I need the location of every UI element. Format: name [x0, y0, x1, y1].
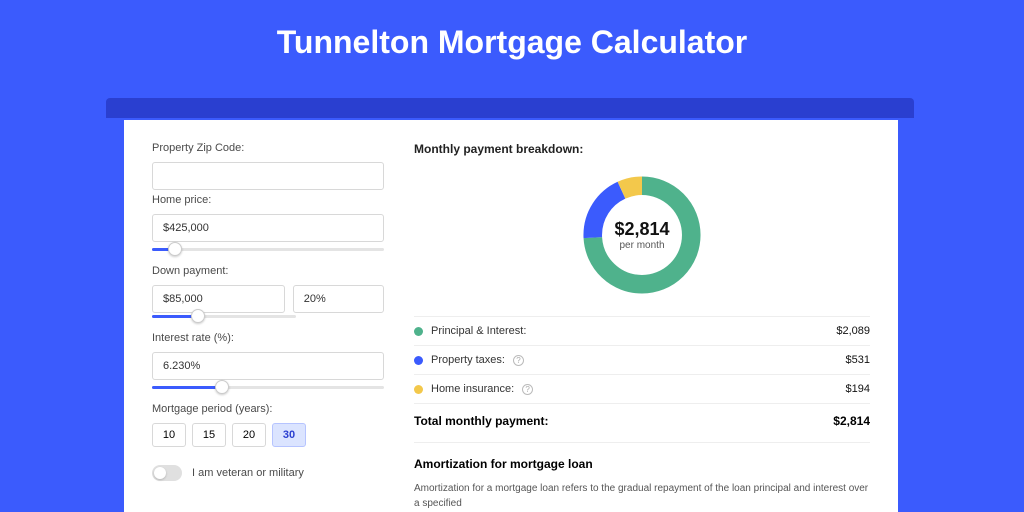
donut-center: $2,814 per month [577, 170, 707, 300]
period-option-10[interactable]: 10 [152, 423, 186, 447]
period-label: Mortgage period (years): [152, 403, 384, 415]
page-root: Tunnelton Mortgage Calculator Property Z… [0, 0, 1024, 512]
total-value: $2,814 [833, 414, 870, 428]
amortization-title: Amortization for mortgage loan [414, 457, 870, 471]
legend-label: Property taxes: [431, 354, 505, 366]
banner-underlay [106, 98, 914, 118]
calculator-card: Property Zip Code: Home price: Down paym… [124, 120, 898, 512]
donut-container: $2,814 per month [414, 170, 870, 300]
down-payment-pct-input[interactable] [293, 285, 384, 313]
slider-thumb-icon[interactable] [191, 309, 205, 323]
zip-input[interactable] [152, 162, 384, 190]
amortization-text: Amortization for a mortgage loan refers … [414, 481, 870, 511]
period-option-15[interactable]: 15 [192, 423, 226, 447]
rate-slider[interactable] [152, 386, 384, 389]
legend-value: $194 [846, 383, 870, 395]
donut-value: $2,814 [614, 219, 669, 240]
legend-value: $531 [846, 354, 870, 366]
slider-thumb-icon[interactable] [168, 242, 182, 256]
rate-label: Interest rate (%): [152, 332, 384, 344]
donut-chart: $2,814 per month [577, 170, 707, 300]
total-row: Total monthly payment: $2,814 [414, 403, 870, 442]
home-price-slider[interactable] [152, 248, 384, 251]
down-payment-label: Down payment: [152, 265, 384, 277]
dot-icon [414, 356, 423, 365]
page-title: Tunnelton Mortgage Calculator [0, 0, 1024, 83]
info-icon[interactable]: ? [513, 355, 524, 366]
breakdown-title: Monthly payment breakdown: [414, 142, 870, 156]
total-label: Total monthly payment: [414, 414, 548, 428]
rate-input[interactable] [152, 352, 384, 380]
dot-icon [414, 327, 423, 336]
legend-label: Home insurance: [431, 383, 514, 395]
amortization-section: Amortization for mortgage loan Amortizat… [414, 442, 870, 511]
info-icon[interactable]: ? [522, 384, 533, 395]
legend-row-insurance: Home insurance: ? $194 [414, 374, 870, 403]
slider-thumb-icon[interactable] [215, 380, 229, 394]
veteran-row: I am veteran or military [152, 465, 384, 481]
legend-row-principal: Principal & Interest: $2,089 [414, 316, 870, 345]
legend-label: Principal & Interest: [431, 325, 526, 337]
legend-row-taxes: Property taxes: ? $531 [414, 345, 870, 374]
down-payment-slider[interactable] [152, 315, 296, 318]
breakdown-panel: Monthly payment breakdown: $2,814 per mo… [404, 120, 898, 512]
down-payment-input[interactable] [152, 285, 285, 313]
period-option-20[interactable]: 20 [232, 423, 266, 447]
legend-value: $2,089 [836, 325, 870, 337]
period-option-30[interactable]: 30 [272, 423, 306, 447]
zip-label: Property Zip Code: [152, 142, 384, 154]
veteran-label: I am veteran or military [192, 467, 304, 479]
home-price-label: Home price: [152, 194, 384, 206]
columns: Property Zip Code: Home price: Down paym… [124, 120, 898, 512]
home-price-input[interactable] [152, 214, 384, 242]
donut-sublabel: per month [619, 240, 664, 251]
period-group: 10 15 20 30 [152, 423, 384, 447]
veteran-toggle[interactable] [152, 465, 182, 481]
dot-icon [414, 385, 423, 394]
form-panel: Property Zip Code: Home price: Down paym… [124, 120, 404, 512]
